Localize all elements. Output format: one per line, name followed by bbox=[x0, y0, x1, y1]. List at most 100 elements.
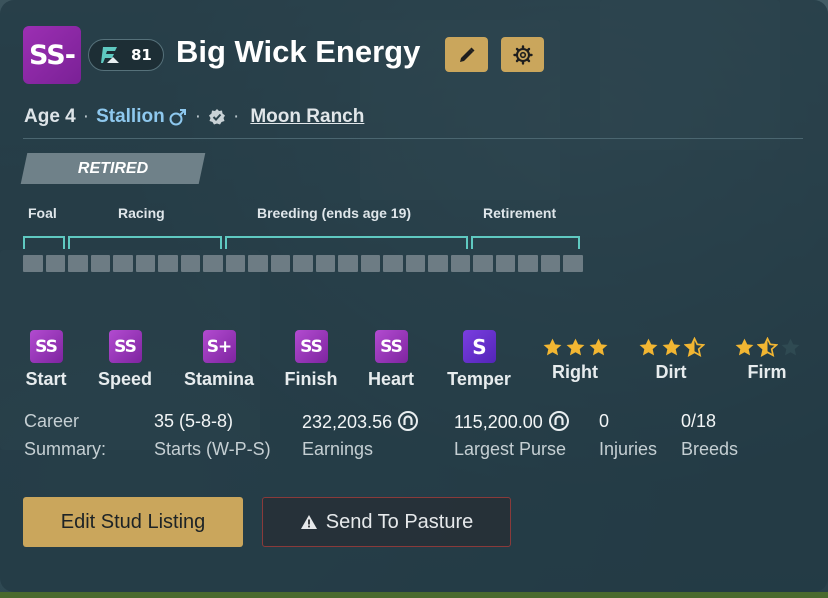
phase-bracket-foal bbox=[23, 236, 65, 249]
ranch-link[interactable]: Moon Ranch bbox=[250, 106, 364, 128]
starts-label: Starts (W-P-S) bbox=[154, 439, 271, 459]
status-badge: RETIRED bbox=[20, 153, 206, 184]
lifecycle-year-cells bbox=[23, 255, 583, 272]
earnings-label: Earnings bbox=[302, 439, 374, 459]
star-full-icon bbox=[589, 338, 607, 356]
stat-label: Temper bbox=[447, 369, 511, 389]
horse-detail-panel: SS- 81 Big Wick Energy Age 4 · Stallion … bbox=[0, 0, 828, 592]
stat-heart: SS Heart bbox=[363, 330, 419, 390]
star-empty-icon bbox=[781, 338, 799, 356]
year-cell bbox=[315, 255, 335, 272]
injuries-value: 0 bbox=[599, 411, 610, 431]
stat-speed: SS Speed bbox=[94, 330, 156, 390]
year-cell bbox=[495, 255, 515, 272]
surface-firm: Firm bbox=[728, 337, 806, 383]
stat-start: SS Start bbox=[22, 330, 70, 390]
star-full-icon bbox=[735, 338, 753, 356]
year-cell bbox=[158, 255, 178, 272]
star-rating bbox=[542, 337, 609, 358]
injuries-label: Injuries bbox=[599, 439, 658, 459]
separator-dot: · bbox=[233, 106, 240, 127]
star-rating bbox=[734, 337, 801, 358]
breeds-label: Breeds bbox=[681, 439, 739, 459]
phase-bracket-retirement bbox=[471, 236, 580, 249]
stat-temper: S Temper bbox=[442, 330, 516, 390]
year-cell bbox=[270, 255, 290, 272]
horse-name: Big Wick Energy bbox=[176, 34, 421, 69]
earnings-value: 232,203.56 bbox=[302, 412, 393, 432]
year-cell bbox=[518, 255, 538, 272]
verified-check-icon bbox=[209, 109, 226, 125]
largest-purse-label: Largest Purse bbox=[454, 439, 567, 459]
stat-grade-badge: SS bbox=[108, 330, 142, 363]
stat-grade-badge: S+ bbox=[202, 330, 236, 363]
year-cell bbox=[23, 255, 43, 272]
stat-label: Start bbox=[25, 369, 67, 389]
horseshoe-coin-icon bbox=[398, 411, 419, 431]
sex-text: Stallion bbox=[96, 106, 165, 127]
male-symbol-icon bbox=[169, 109, 186, 126]
horseshoe-coin-icon bbox=[548, 411, 569, 431]
breeds-value: 0/18 bbox=[681, 411, 717, 431]
surface-label: Right bbox=[552, 362, 598, 382]
stat-label: Heart bbox=[367, 369, 415, 389]
rating-value: 81 bbox=[131, 46, 152, 64]
stat-label: Speed bbox=[97, 369, 153, 389]
divider bbox=[23, 138, 803, 139]
year-cell bbox=[135, 255, 155, 272]
phase-label-racing: Racing bbox=[118, 205, 165, 221]
horse-meta-row: Age 4 · Stallion · · Moon Ranch bbox=[24, 106, 364, 128]
largest-purse-value: 115,200.00 bbox=[454, 412, 543, 432]
starts-value: 35 (5-8-8) bbox=[154, 411, 234, 431]
stat-grade-badge: S bbox=[462, 330, 496, 363]
stat-label: Stamina bbox=[183, 369, 255, 389]
earnings-value-row: 232,203.56 bbox=[302, 411, 419, 433]
send-to-pasture-label: Send To Pasture bbox=[325, 510, 474, 533]
star-half-icon bbox=[683, 337, 705, 358]
year-cell bbox=[45, 255, 65, 272]
year-cell bbox=[225, 255, 245, 272]
year-cell bbox=[293, 255, 313, 272]
stat-grade-badge: SS bbox=[29, 330, 63, 363]
stat-grade-badge: SS bbox=[294, 330, 328, 363]
age-text: Age 4 bbox=[24, 106, 76, 127]
warning-triangle-icon bbox=[300, 515, 317, 529]
star-full-icon bbox=[639, 338, 657, 356]
stat-finish: SS Finish bbox=[282, 330, 340, 390]
star-full-icon bbox=[543, 338, 561, 356]
stat-label: Finish bbox=[284, 369, 338, 389]
gear-icon bbox=[512, 44, 533, 65]
year-cell bbox=[248, 255, 268, 272]
separator-dot: · bbox=[82, 106, 90, 127]
surface-dirt: Dirt bbox=[632, 337, 710, 383]
year-cell bbox=[450, 255, 470, 272]
separator-dot: · bbox=[194, 106, 202, 127]
career-label: Career bbox=[24, 411, 80, 431]
edit-stud-listing-label: Edit Stud Listing bbox=[60, 510, 206, 533]
settings-button[interactable] bbox=[501, 37, 544, 72]
star-half-icon bbox=[756, 337, 778, 358]
year-cell bbox=[563, 255, 583, 272]
rating-icon bbox=[101, 47, 119, 63]
phase-bracket-breeding bbox=[225, 236, 468, 249]
phase-label-foal: Foal bbox=[28, 205, 57, 221]
edit-name-button[interactable] bbox=[445, 37, 488, 72]
surface-label: Dirt bbox=[655, 362, 687, 382]
phase-label-retirement: Retirement bbox=[483, 205, 557, 221]
year-cell bbox=[383, 255, 403, 272]
year-cell bbox=[428, 255, 448, 272]
summary-label: Summary: bbox=[24, 439, 107, 459]
year-cell bbox=[405, 255, 425, 272]
status-text: RETIRED bbox=[77, 159, 149, 177]
year-cell bbox=[68, 255, 88, 272]
pencil-icon bbox=[459, 47, 474, 62]
stat-grade-badge: SS bbox=[374, 330, 408, 363]
year-cell bbox=[473, 255, 493, 272]
phase-bracket-racing bbox=[68, 236, 222, 249]
largest-purse-value-row: 115,200.00 bbox=[454, 411, 569, 433]
phase-label-breeding: Breeding (ends age 19) bbox=[257, 205, 412, 221]
send-to-pasture-button[interactable]: Send To Pasture bbox=[262, 497, 511, 547]
grass-strip bbox=[0, 592, 828, 598]
year-cell bbox=[90, 255, 110, 272]
edit-stud-listing-button[interactable]: Edit Stud Listing bbox=[23, 497, 243, 547]
